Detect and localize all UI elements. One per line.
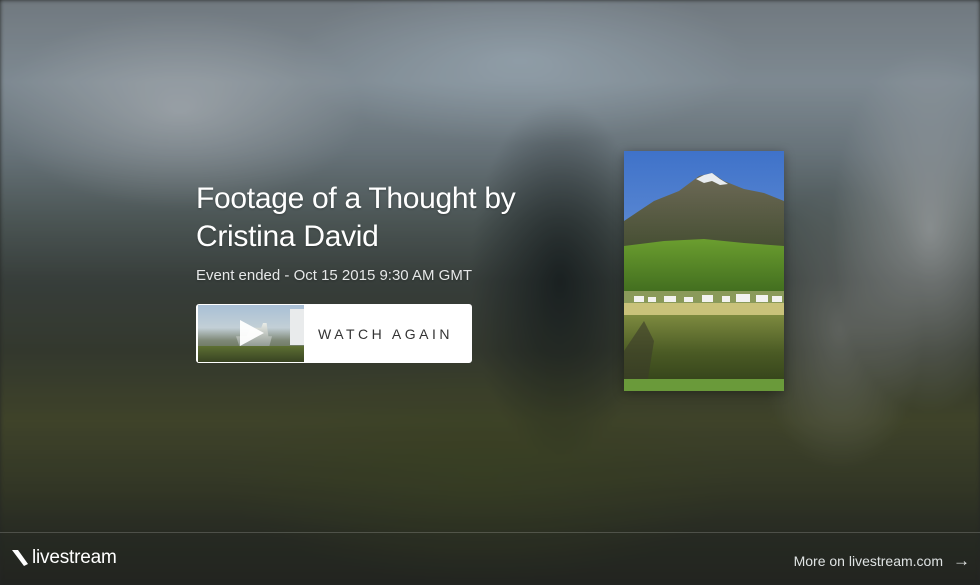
watch-again-button[interactable]: WATCH AGAIN [196, 304, 472, 363]
livestream-logo-text: livestream [32, 547, 117, 568]
event-poster-image [624, 151, 784, 391]
background-overlay [0, 0, 980, 585]
livestream-logo-icon [12, 550, 28, 566]
play-icon[interactable] [240, 320, 264, 346]
event-page: Footage of a Thought by Cristina David E… [0, 0, 980, 585]
footer-divider [0, 532, 980, 533]
thumbnail-house [290, 309, 304, 345]
thumbnail-grass [198, 346, 304, 362]
event-info: Footage of a Thought by Cristina David E… [196, 180, 576, 363]
livestream-logo[interactable]: livestream [12, 547, 117, 569]
event-title: Footage of a Thought by Cristina David [196, 182, 516, 253]
more-on-livestream-link[interactable]: More on livestream.com → [794, 551, 970, 571]
arrow-right-icon[interactable]: → [953, 551, 970, 571]
more-on-livestream-label[interactable]: More on livestream.com [794, 553, 943, 569]
watch-again-label[interactable]: WATCH AGAIN [304, 326, 471, 342]
mountain-landscape-image [624, 151, 784, 391]
event-status: Event ended - Oct 15 2015 9:30 AM GMT [196, 267, 472, 284]
video-thumbnail[interactable] [198, 305, 304, 362]
